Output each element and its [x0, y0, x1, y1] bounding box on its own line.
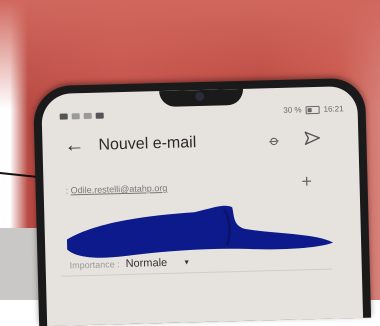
battery-percent: 30 % — [283, 105, 302, 115]
phone-frame: 30 % 16:21 ← Nouvel e-mail ⌀ : Odile.res… — [32, 77, 372, 326]
paperclip-icon[interactable]: ⌀ — [266, 131, 284, 150]
from-prefix: : — [65, 185, 69, 196]
battery-icon — [305, 105, 320, 114]
redaction-mark — [66, 205, 334, 258]
notification-icon — [59, 113, 68, 120]
phone-screen: 30 % 16:21 ← Nouvel e-mail ⌀ : Odile.res… — [41, 85, 364, 326]
camera-icon — [195, 91, 205, 102]
camera-notch — [159, 88, 244, 108]
importance-row[interactable]: Importance : Normale ▼ — [69, 256, 190, 271]
status-bar-right: 30 % 16:21 — [283, 104, 343, 115]
arrow-left-icon[interactable]: ← — [64, 134, 85, 157]
caret-down-icon[interactable]: ▼ — [183, 259, 190, 266]
from-field[interactable]: : Odile.restelli@atahp.org — [66, 183, 168, 196]
signal-icon — [71, 113, 80, 120]
page-title: Nouvel e-mail — [98, 134, 197, 154]
app-icon — [95, 112, 104, 119]
status-bar-left — [59, 112, 104, 120]
status-time: 16:21 — [323, 104, 344, 114]
wifi-icon — [83, 112, 92, 120]
from-email[interactable]: Odile.restelli@atahp.org — [71, 183, 168, 196]
plus-icon[interactable]: + — [301, 171, 312, 192]
importance-select[interactable]: Normale — [125, 257, 167, 270]
importance-label: Importance : — [69, 259, 120, 271]
send-icon[interactable] — [304, 131, 321, 145]
